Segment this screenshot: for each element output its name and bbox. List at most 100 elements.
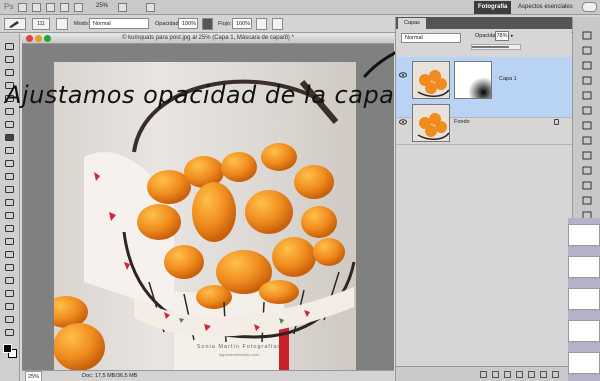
status-bar: 25% Doc: 17,5 MB/36,5 MB — [22, 370, 394, 381]
layer-opacity-slider[interactable] — [471, 44, 521, 50]
kumquat-basket-photo — [54, 79, 356, 381]
brush-panel-toggle-icon[interactable] — [56, 18, 68, 30]
styles-icon[interactable] — [582, 61, 592, 70]
hand-tool-icon[interactable] — [4, 276, 15, 285]
zoom-tool-icon[interactable] — [74, 3, 83, 12]
move-tool-icon[interactable] — [4, 42, 15, 51]
arrange-documents-icon[interactable] — [118, 3, 127, 12]
mode-select[interactable]: Normal — [89, 18, 149, 29]
color-swatch-tool-icon[interactable] — [4, 328, 15, 337]
desktop-thumbnail[interactable] — [568, 288, 600, 310]
desktop-thumbnail[interactable] — [568, 320, 600, 342]
layer-name[interactable]: Capa 1 — [499, 76, 517, 82]
delete-layer-icon[interactable] — [552, 371, 559, 378]
annotation-headline: Ajustamos opacidad de la capa — [5, 81, 395, 109]
background-thumbnail — [412, 104, 450, 142]
lasso-tool-icon[interactable] — [4, 68, 15, 77]
pen-tool-icon[interactable] — [4, 224, 15, 233]
layer-style-icon[interactable] — [492, 371, 499, 378]
desktop-thumbnail[interactable] — [568, 224, 600, 246]
3d-rotate-tool-icon[interactable] — [4, 302, 15, 311]
character-icon[interactable] — [582, 196, 592, 205]
desktop-thumbnail[interactable] — [568, 256, 600, 278]
brush-size-picker[interactable]: 111 — [32, 18, 50, 30]
layers-panel-header: Capas — [396, 17, 572, 29]
eraser-tool-icon[interactable] — [4, 172, 15, 181]
photo-canvas[interactable]: Sonia Martín Fotografías lagusdendelambu… — [54, 62, 356, 381]
swatches-icon[interactable] — [582, 76, 592, 85]
3d-orbit-tool-icon[interactable] — [4, 315, 15, 324]
shape-tool-icon[interactable] — [4, 263, 15, 272]
watermark-url: lagusdendelambu.com — [218, 352, 260, 357]
tool-preset-picker[interactable] — [4, 18, 26, 30]
flow-label: Flujo: — [218, 21, 232, 27]
flow-input[interactable]: 100% — [232, 18, 252, 29]
document-tab[interactable]: © kumquats para post.jpg al 25% (Capa 1,… — [22, 33, 394, 44]
adjustments-icon[interactable] — [582, 46, 592, 55]
zoom-level[interactable]: 25% — [96, 3, 108, 9]
desktop-thumbnails — [568, 218, 600, 381]
layer-opacity-input[interactable]: 78% — [495, 31, 509, 41]
status-zoom[interactable]: 25% — [25, 371, 43, 381]
workspace-esenciales[interactable]: Aspectos esenciales — [514, 1, 577, 14]
brush-icon — [9, 21, 19, 28]
layers-panel-icon[interactable] — [582, 31, 592, 40]
path-select-tool-icon[interactable] — [4, 250, 15, 259]
histogram-icon[interactable] — [582, 121, 592, 130]
type-tool-icon[interactable] — [4, 237, 15, 246]
pressure-opacity-icon[interactable] — [202, 18, 213, 30]
clone-source-icon[interactable] — [582, 166, 592, 175]
extras-icon[interactable] — [46, 3, 55, 12]
clone-stamp-tool-icon[interactable] — [4, 146, 15, 155]
brush-panel-icon[interactable] — [582, 151, 592, 160]
opacity-input[interactable]: 100% — [178, 18, 198, 29]
new-group-icon[interactable] — [528, 371, 535, 378]
new-layer-icon[interactable] — [540, 371, 547, 378]
application-bar: Ps 25% Fotografía Aspectos esenciales — [0, 0, 600, 15]
layer-mask-thumbnail[interactable] — [454, 61, 492, 99]
workspace-fotografia[interactable]: Fotografía — [474, 1, 512, 14]
brush-tool-icon[interactable] — [4, 133, 15, 142]
layers-panel: Capas Normal Capa 1 Fondo — [395, 17, 572, 381]
tab-capas[interactable]: Capas — [398, 18, 426, 29]
layer-thumbnail — [412, 61, 450, 99]
desktop-thumbnail[interactable] — [568, 352, 600, 374]
status-doc-size: Doc: 17,5 MB/36,5 MB — [82, 373, 138, 379]
visibility-eye-icon[interactable] — [399, 72, 407, 78]
zoom-window-icon[interactable] — [44, 35, 51, 42]
dodge-tool-icon[interactable] — [4, 211, 15, 220]
lock-icon — [554, 119, 559, 125]
slider-fill — [472, 46, 510, 48]
bridge-icon[interactable] — [18, 3, 27, 12]
search-icon[interactable] — [582, 2, 597, 12]
close-window-icon[interactable] — [26, 35, 33, 42]
minimize-window-icon[interactable] — [35, 35, 42, 42]
navigator-icon[interactable] — [582, 106, 592, 115]
visibility-eye-icon[interactable] — [399, 119, 407, 125]
paragraph-icon[interactable] — [582, 181, 592, 190]
layer-name[interactable]: Fondo — [454, 119, 470, 125]
hand-tool-icon[interactable] — [60, 3, 69, 12]
add-mask-icon[interactable] — [504, 371, 511, 378]
layer-row-fondo[interactable]: Fondo — [396, 101, 572, 145]
screen-mode-icon[interactable] — [146, 3, 155, 12]
layers-panel-footer — [396, 366, 572, 381]
history-brush-tool-icon[interactable] — [4, 159, 15, 168]
airbrush-icon[interactable] — [256, 18, 267, 30]
watermark-text: Sonia Martín Fotografías — [196, 344, 282, 350]
blur-tool-icon[interactable] — [4, 198, 15, 207]
color-icon[interactable] — [582, 91, 592, 100]
document-title: © kumquats para post.jpg al 25% (Capa 1,… — [122, 35, 294, 41]
link-layers-icon[interactable] — [480, 371, 487, 378]
zoom-tool-icon[interactable] — [4, 289, 15, 298]
adjustment-layer-icon[interactable] — [516, 371, 523, 378]
opacity-dropdown-icon[interactable]: ▸ — [511, 33, 514, 39]
foreground-color-icon[interactable] — [3, 344, 12, 353]
marquee-tool-icon[interactable] — [4, 55, 15, 64]
spot-heal-tool-icon[interactable] — [4, 120, 15, 129]
gradient-tool-icon[interactable] — [4, 185, 15, 194]
minibridge-icon[interactable] — [32, 3, 41, 12]
info-icon[interactable] — [582, 136, 592, 145]
pressure-size-icon[interactable] — [272, 18, 283, 30]
blend-mode-select[interactable]: Normal — [401, 33, 461, 43]
